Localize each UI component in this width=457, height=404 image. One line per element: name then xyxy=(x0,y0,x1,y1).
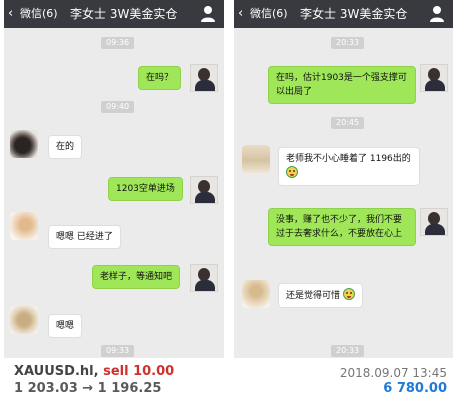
message-bubble-incoming: 还是觉得可惜 xyxy=(278,283,363,308)
avatar-contact[interactable] xyxy=(10,306,38,334)
trade-ticker: XAUUSD.hl, sell 10.00 xyxy=(14,364,174,379)
back-label[interactable]: 微信(6) xyxy=(20,7,58,21)
message-bubble-incoming: 嗯嗯 已经进了 xyxy=(48,225,121,249)
avatar-contact[interactable] xyxy=(242,145,270,173)
chat-title: 李女士 3W美金实仓 xyxy=(300,7,408,21)
timestamp: 20:33 xyxy=(331,345,365,357)
message-bubble-outgoing: 1203空单进场 xyxy=(108,177,183,201)
trade-profit: 6 780.00 xyxy=(383,381,447,396)
avatar-contact[interactable] xyxy=(242,280,270,308)
chat-header: ‹ 微信(6) 李女士 3W美金实仓 xyxy=(4,0,224,28)
avatar-self[interactable] xyxy=(190,264,218,292)
message-bubble-outgoing: 老样子，等通知吧 xyxy=(92,265,181,289)
user-icon[interactable] xyxy=(429,5,445,23)
timestamp: 09:36 xyxy=(101,37,135,49)
back-icon[interactable]: ‹ xyxy=(238,6,243,22)
back-label[interactable]: 微信(6) xyxy=(250,7,288,21)
message-text: 还是觉得可惜 xyxy=(286,291,341,301)
message-bubble-incoming: 老师我不小心睡着了 1196出的 xyxy=(278,147,420,186)
avatar-self[interactable] xyxy=(420,64,448,92)
trade-action: sell 10.00 xyxy=(103,364,175,379)
timestamp: 09:33 xyxy=(101,345,135,357)
trade-symbol: XAUUSD.hl, xyxy=(14,364,99,379)
avatar-self[interactable] xyxy=(190,176,218,204)
crying-emoji-icon xyxy=(286,166,298,178)
message-bubble-outgoing: 在吗？ xyxy=(138,66,182,90)
message-bubble-outgoing: 没事，赚了也不少了，我们不要过于去奢求什么，不要放在心上 xyxy=(268,208,416,246)
chat-window-left: ‹ 微信(6) 李女士 3W美金实仓 09:36 在吗？ 09:40 在的 12… xyxy=(4,0,224,358)
message-text: 老师我不小心睡着了 1196出的 xyxy=(286,154,411,164)
message-bubble-incoming: 嗯嗯 xyxy=(48,314,83,338)
avatar-contact[interactable] xyxy=(10,130,38,158)
message-bubble-outgoing: 在吗，估计1903是一个强支撑可以出局了 xyxy=(268,66,416,104)
back-icon[interactable]: ‹ xyxy=(8,6,13,22)
trade-datetime: 2018.09.07 13:45 xyxy=(339,366,447,380)
timestamp: 20:45 xyxy=(331,117,365,129)
trade-prices: 1 203.03 → 1 196.25 xyxy=(14,381,162,396)
timestamp: 09:40 xyxy=(101,101,135,113)
chat-header: ‹ 微信(6) 李女士 3W美金实仓 xyxy=(234,0,453,28)
timestamp: 20:33 xyxy=(331,37,365,49)
chat-window-right: ‹ 微信(6) 李女士 3W美金实仓 20:33 在吗，估计1903是一个强支撑… xyxy=(234,0,453,358)
message-bubble-incoming: 在的 xyxy=(48,135,83,159)
avatar-self[interactable] xyxy=(190,64,218,92)
user-icon[interactable] xyxy=(200,5,216,23)
avatar-contact[interactable] xyxy=(10,212,38,240)
crying-emoji-icon xyxy=(342,288,355,300)
chat-title: 李女士 3W美金实仓 xyxy=(70,7,178,21)
avatar-self[interactable] xyxy=(420,208,448,236)
